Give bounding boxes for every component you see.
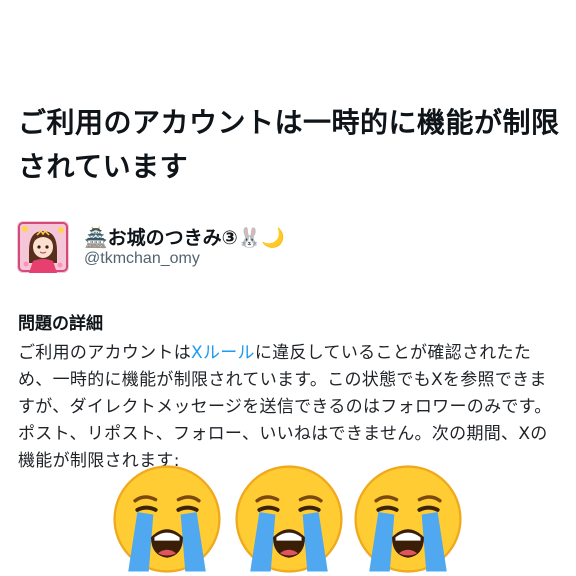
x-rules-link[interactable]: Xルール: [191, 343, 255, 363]
profile-avatar[interactable]: [17, 221, 69, 273]
details-text-intro: ご利用のアカウントは: [18, 343, 191, 363]
loudly-crying-face-icon: [113, 465, 221, 573]
profile-avatar-image: [17, 221, 69, 273]
loudly-crying-face-icon: [354, 465, 462, 573]
user-handle[interactable]: @tkmchan_omy: [84, 250, 200, 268]
account-card: 🏯お城のつきみ③🐰🌙 @tkmchan_omy: [17, 221, 497, 275]
details-heading: 問題の詳細: [18, 314, 103, 334]
reaction-emoji-row: [0, 462, 576, 576]
loudly-crying-face-icon: [235, 465, 343, 573]
details-text: ご利用のアカウントはXルールに違反していることが確認されたため、一時的に機能が制…: [18, 340, 563, 475]
display-name[interactable]: 🏯お城のつきみ③🐰🌙: [84, 223, 285, 250]
page-title: ご利用のアカウントは一時的に機能が制限されています: [18, 106, 560, 183]
